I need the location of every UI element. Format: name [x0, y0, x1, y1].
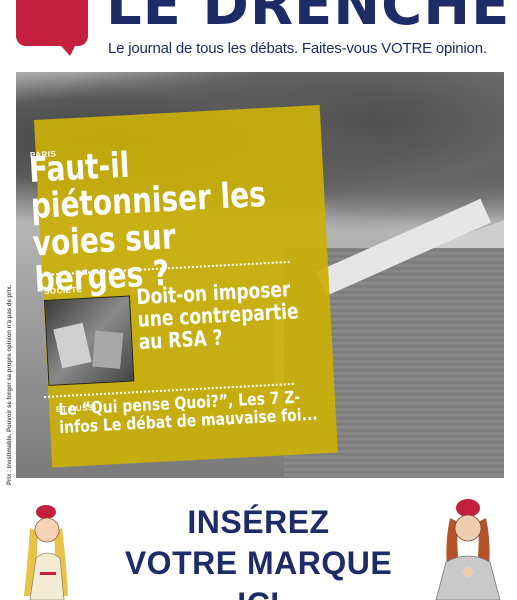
- masthead-title: LE DRENCHE: [106, 0, 511, 38]
- rsa-thumbnail: [44, 295, 135, 386]
- logo-bubble-tail: [56, 40, 78, 56]
- price-credit: Prix : inestimable. Pouvoir se forger sa…: [7, 284, 13, 485]
- thumb-card: [92, 330, 124, 369]
- headline-berges[interactable]: Faut-il piétonniser les voies sur berges…: [28, 138, 295, 301]
- masthead-tagline: Le journal de tous les débats. Faites-vo…: [108, 40, 487, 57]
- marianne-right-illustration: [435, 499, 501, 600]
- headline-rsa[interactable]: Doit-on imposer une contrepartie au RSA …: [136, 277, 309, 355]
- marianne-left-illustration: [24, 505, 68, 600]
- thumb-card: [53, 322, 92, 369]
